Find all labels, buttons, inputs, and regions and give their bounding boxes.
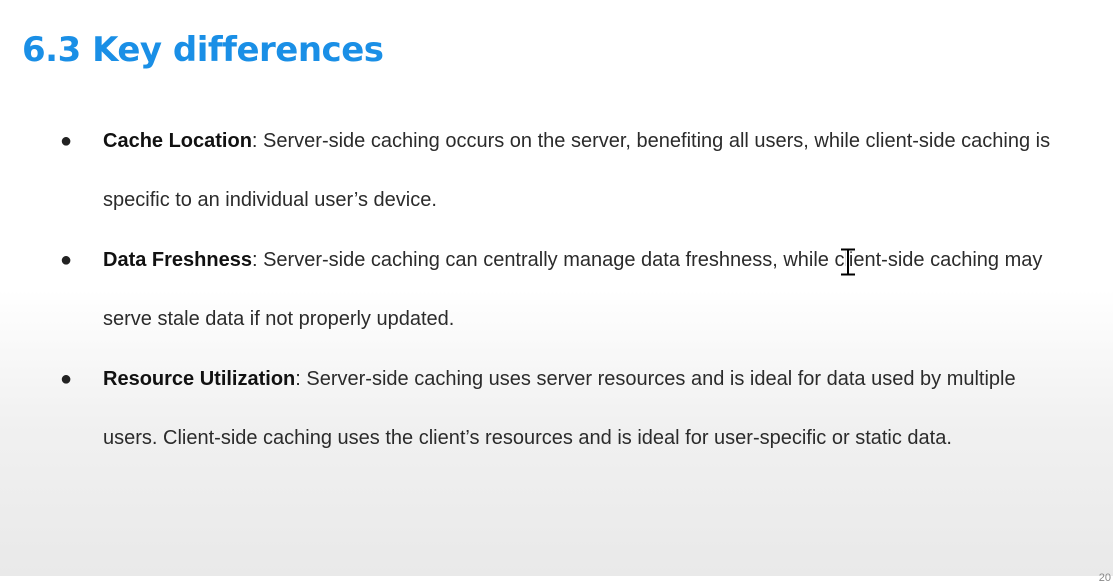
bullet-term: Resource Utilization — [103, 368, 296, 390]
bullet-dot-icon: ● — [60, 368, 73, 390]
bullet-text: Cache Location: Server-side caching occu… — [103, 112, 1073, 230]
page-number: 20 — [1098, 572, 1111, 584]
bullet-term: Cache Location — [103, 130, 252, 152]
text-ibeam-cursor-icon — [840, 248, 856, 276]
bullet-text: Data Freshness: Server-side caching can … — [103, 231, 1073, 349]
bullet-dot-icon: ● — [60, 130, 73, 152]
bullet-term: Data Freshness — [103, 249, 252, 271]
bullet-dot-icon: ● — [60, 249, 73, 271]
slide-title: 6.3 Key differences — [22, 30, 384, 70]
bullet-text: Resource Utilization: Server-side cachin… — [103, 350, 1073, 468]
